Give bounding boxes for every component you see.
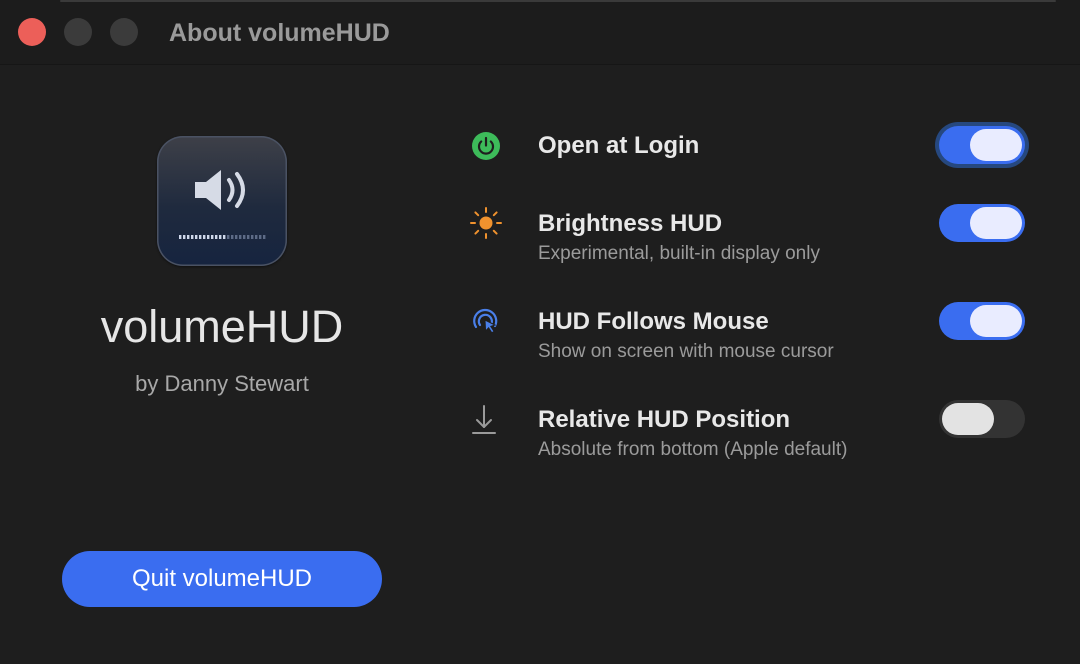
setting-title-relative-hud-position: Relative HUD Position bbox=[538, 406, 791, 433]
sun-icon bbox=[468, 205, 504, 241]
window-title: About volumeHUD bbox=[169, 19, 390, 47]
arrow-down-to-line-icon bbox=[468, 403, 504, 439]
setting-title-open-at-login: Open at Login bbox=[538, 132, 700, 159]
toggle-knob bbox=[942, 403, 994, 435]
cursor-click-icon bbox=[468, 305, 504, 341]
app-name: volumeHUD bbox=[100, 301, 344, 352]
quit-button[interactable]: Quit volumeHUD bbox=[62, 551, 382, 607]
toggle-knob bbox=[970, 129, 1022, 161]
title-bar-edge bbox=[60, 0, 1056, 2]
setting-subtitle-relative-hud-position: Absolute from bottom (Apple default) bbox=[538, 439, 848, 460]
app-icon bbox=[157, 136, 287, 266]
minimize-button[interactable] bbox=[64, 18, 92, 46]
brightness-hud-toggle[interactable] bbox=[939, 204, 1025, 242]
setting-subtitle-hud-follows-mouse: Show on screen with mouse cursor bbox=[538, 341, 834, 362]
close-button[interactable] bbox=[18, 18, 46, 46]
setting-title-brightness-hud: Brightness HUD bbox=[538, 210, 723, 237]
toggle-knob bbox=[970, 305, 1022, 337]
setting-title-hud-follows-mouse: HUD Follows Mouse bbox=[538, 308, 769, 335]
hud-follows-mouse-toggle[interactable] bbox=[939, 302, 1025, 340]
open-at-login-toggle[interactable] bbox=[939, 126, 1025, 164]
zoom-button[interactable] bbox=[110, 18, 138, 46]
speaker-volume-icon bbox=[179, 170, 266, 239]
title-bar: About volumeHUD bbox=[0, 0, 1080, 65]
relative-hud-position-toggle[interactable] bbox=[939, 400, 1025, 438]
toggle-knob bbox=[970, 207, 1022, 239]
power-icon bbox=[468, 128, 504, 164]
app-author: by Danny Stewart bbox=[135, 371, 309, 396]
setting-subtitle-brightness-hud: Experimental, built-in display only bbox=[538, 243, 820, 264]
